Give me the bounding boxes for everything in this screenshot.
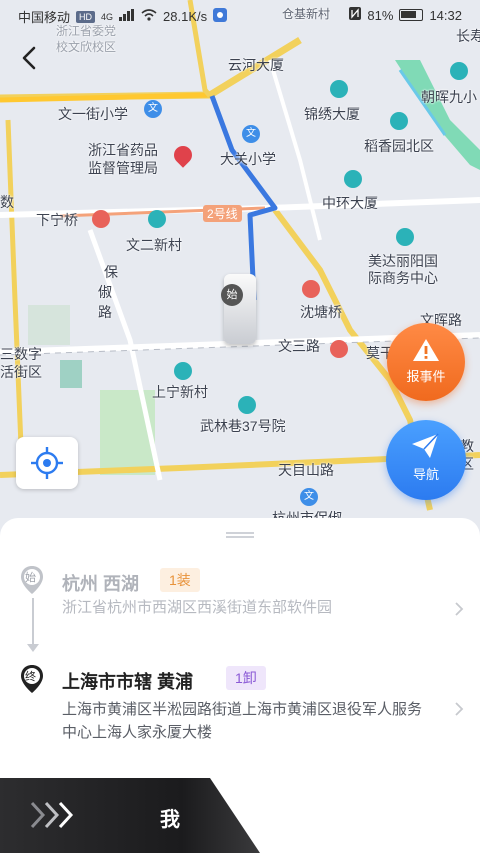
building-poi-icon[interactable]	[330, 80, 348, 98]
map-label: 下宁桥	[36, 212, 78, 228]
map-label: 稻香园北区	[364, 138, 434, 154]
map-label: 上宁新村	[152, 384, 208, 400]
map-label: 中环大厦	[322, 195, 378, 211]
network-type: 4G	[101, 11, 114, 22]
map-label: 监督管理局	[88, 160, 158, 176]
clock: 14:32	[429, 7, 462, 23]
building-poi-icon[interactable]	[396, 228, 414, 246]
map-label: 三数字	[0, 346, 42, 362]
metro-station-icon[interactable]	[302, 280, 320, 298]
destination-chevron-icon[interactable]	[454, 702, 464, 716]
battery-icon	[399, 9, 424, 21]
swipe-slider-label: 我	[160, 809, 180, 831]
map-label: 云河大厦	[228, 57, 284, 73]
wifi-icon	[141, 9, 157, 24]
map-label: 大关小学	[220, 151, 276, 167]
map-label: 际商务中心	[368, 270, 438, 286]
metro-station-icon[interactable]	[330, 340, 348, 358]
map-label: 天目山路	[278, 462, 334, 478]
metro-station-icon[interactable]	[92, 210, 110, 228]
school-poi-icon[interactable]: 文	[300, 488, 318, 506]
metro-line-label: 2号线	[203, 205, 242, 222]
hd-badge: HD	[76, 10, 96, 23]
destination-unload-tag: 1卸	[226, 666, 266, 690]
building-poi-icon[interactable]	[450, 62, 468, 80]
origin-load-tag: 1装	[160, 568, 200, 592]
carrier-name: 中国移动	[18, 10, 71, 25]
origin-title: 杭州 西湖	[62, 574, 140, 594]
drag-handle[interactable]	[226, 532, 254, 538]
navigate-label: 导航	[412, 467, 439, 482]
map-label: 活街区	[0, 364, 42, 380]
report-event-button[interactable]: 报事件	[387, 323, 465, 401]
warning-icon	[413, 339, 439, 361]
map-label: 文三路	[278, 338, 320, 354]
origin-pin-label: 始	[25, 572, 36, 584]
map-label: 武林巷37号院	[200, 418, 286, 434]
origin-pin-icon: 始	[20, 565, 44, 595]
building-poi-icon[interactable]	[148, 210, 166, 228]
paper-plane-icon	[412, 433, 439, 458]
back-button[interactable]	[14, 40, 46, 76]
school-poi-icon[interactable]: 文	[144, 100, 162, 118]
destination-address[interactable]: 上海市黄浦区半淞园路街道上海市黄浦区退役军人服务中心上海人家永厦大楼	[62, 698, 434, 744]
nfc-icon	[349, 7, 362, 23]
building-poi-icon[interactable]	[390, 112, 408, 130]
origin-chevron-icon[interactable]	[454, 602, 464, 616]
signal-icon	[119, 9, 135, 24]
navigate-button[interactable]: 导航	[386, 420, 466, 500]
map-label: 沈塘桥	[300, 304, 342, 320]
map-label: 数	[0, 194, 14, 210]
network-speed: 28.1K/s	[163, 9, 208, 24]
school-poi-icon[interactable]: 文	[242, 125, 260, 143]
route-connector	[32, 598, 34, 648]
map-label: 浙江省药品	[88, 142, 158, 158]
map-label: 锦绣大厦	[304, 106, 360, 122]
map-label: 俶	[98, 284, 112, 300]
app-notification-icon	[213, 8, 228, 25]
map-label: 文二新村	[126, 237, 182, 253]
report-event-label: 报事件	[406, 369, 446, 384]
start-marker: 始	[221, 284, 243, 306]
building-poi-icon[interactable]	[174, 362, 192, 380]
status-bar: 中国移动 HD 4G 28.1K/s 81% 14:32	[0, 0, 480, 30]
building-poi-icon[interactable]	[344, 170, 362, 188]
origin-address[interactable]: 浙江省杭州市西湖区西溪街道东部软件园	[62, 596, 442, 619]
route-connector-arrow	[27, 644, 39, 652]
map-label: 校文欣校区	[56, 40, 117, 54]
battery-percent: 81%	[367, 7, 394, 23]
locate-me-button[interactable]	[16, 437, 78, 489]
map-label: 保	[104, 264, 118, 280]
map-label: 路	[98, 304, 112, 320]
crosshair-icon	[31, 447, 63, 479]
destination-title: 上海市市辖 黄浦	[62, 672, 194, 692]
map-label: 朝晖九小	[421, 89, 477, 105]
triple-chevron-icon	[30, 801, 74, 829]
destination-pin-label: 终	[25, 671, 36, 683]
destination-pin-icon: 终	[20, 664, 44, 694]
building-poi-icon[interactable]	[238, 396, 256, 414]
back-arrow-icon	[22, 46, 36, 70]
map-label: 文一街小学	[58, 106, 128, 122]
